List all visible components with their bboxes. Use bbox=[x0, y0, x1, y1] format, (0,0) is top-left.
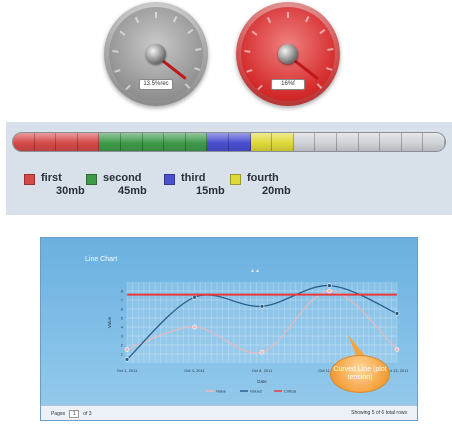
callout-text: Curved Line (plot tension) bbox=[333, 366, 387, 381]
legend-label: Value2 bbox=[250, 389, 263, 394]
x-tick-label: Oct 1, 2011 bbox=[117, 368, 138, 373]
page-number-input[interactable]: 1 bbox=[69, 410, 80, 418]
third-swatch bbox=[164, 174, 175, 185]
x-axis-title: Date bbox=[257, 379, 267, 384]
storage-bar-segment bbox=[293, 133, 316, 151]
storage-bar-segment bbox=[185, 133, 208, 151]
storage-bar-segment bbox=[99, 133, 121, 151]
legend-label: Critical bbox=[284, 389, 296, 394]
storage-bar-segment bbox=[56, 133, 78, 151]
storage-bar-segment bbox=[250, 133, 273, 151]
y-tick-label: 2 bbox=[121, 343, 124, 348]
gauge-tick bbox=[155, 12, 157, 18]
legend-item-fourth: fourth 20mb bbox=[230, 172, 291, 198]
y-tick-label: 7 bbox=[121, 298, 124, 303]
y-tick-label: 6 bbox=[121, 307, 124, 312]
gauge-readout: 13.5%rec bbox=[139, 79, 173, 90]
chart-footer: Pages 1 of 3 Showing 5 of 6 total rows bbox=[41, 405, 417, 420]
storage-bar-segment bbox=[207, 133, 229, 151]
data-point-value2 bbox=[394, 311, 400, 316]
page-count: of 3 bbox=[83, 411, 92, 417]
legend-label: Value bbox=[216, 389, 227, 394]
legend-item-third: third 15mb bbox=[164, 172, 225, 198]
chart-top-tag: ▲▲ bbox=[250, 268, 260, 274]
storage-bar-segment bbox=[358, 133, 381, 151]
legend-name: second bbox=[103, 172, 142, 184]
y-tick-label: 4 bbox=[121, 325, 124, 330]
fourth-swatch bbox=[230, 174, 241, 185]
x-tick-label: Oct 4, 2011 bbox=[184, 368, 205, 373]
storage-bar bbox=[12, 132, 446, 152]
legend-name: fourth bbox=[247, 172, 279, 184]
storage-bar-segment bbox=[142, 133, 165, 151]
legend-name: first bbox=[41, 172, 62, 184]
legend-size: 20mb bbox=[262, 185, 291, 197]
gauge-readout: 16%f bbox=[271, 79, 305, 90]
storage-usage-panel: first 30mb second 45mb third 15mb fourth… bbox=[6, 122, 452, 215]
storage-bar-segment bbox=[164, 133, 186, 151]
storage-bar-segment bbox=[336, 133, 359, 151]
y-tick-label: 3 bbox=[121, 334, 124, 339]
line-chart-panel: Line Chart 1 2 3 4 5 6 7 8 Oct 1, 2011 Oct 4, 201… bbox=[40, 237, 418, 421]
storage-bar-segment bbox=[272, 133, 294, 151]
data-point-value2 bbox=[259, 304, 265, 309]
data-point-value bbox=[192, 324, 197, 330]
curved-line-callout: Curved Line (plot tension) bbox=[330, 355, 390, 393]
storage-bar-segment bbox=[77, 133, 100, 151]
gauge-hub bbox=[278, 44, 298, 64]
storage-bar-segment bbox=[34, 133, 57, 151]
legend-name: third bbox=[181, 172, 206, 184]
speed-gauge: 13.5%rec bbox=[104, 2, 208, 106]
storage-bar-segment bbox=[13, 133, 35, 151]
y-tick-label: 5 bbox=[121, 316, 124, 321]
legend-item-second: second 45mb bbox=[86, 172, 147, 198]
legend-size: 15mb bbox=[196, 185, 225, 197]
y-axis-title: Value bbox=[107, 316, 112, 328]
storage-bar-segment bbox=[401, 133, 424, 151]
data-point-value2 bbox=[192, 294, 197, 300]
data-point-value bbox=[124, 347, 130, 352]
y-tick-label: 8 bbox=[121, 289, 124, 294]
pager-label: Pages bbox=[51, 411, 66, 417]
data-point-value bbox=[394, 347, 400, 352]
storage-bar-segment bbox=[423, 133, 445, 151]
data-point-value2 bbox=[124, 357, 130, 362]
legend-item-first: first 30mb bbox=[24, 172, 85, 198]
data-point-value bbox=[259, 349, 265, 355]
storage-bar-segment bbox=[228, 133, 251, 151]
gauge-tick bbox=[287, 12, 289, 18]
rows-summary: Showing 5 of 6 total rows bbox=[351, 410, 407, 416]
alert-gauge: 16%f bbox=[236, 2, 340, 106]
y-tick-label: 1 bbox=[121, 352, 124, 357]
storage-bar-segment bbox=[120, 133, 143, 151]
legend-size: 45mb bbox=[118, 185, 147, 197]
x-tick-label: Oct 8, 2011 bbox=[252, 368, 273, 373]
first-swatch bbox=[24, 174, 35, 185]
gauge-hub bbox=[146, 44, 166, 64]
second-swatch bbox=[86, 174, 97, 185]
legend-size: 30mb bbox=[56, 185, 85, 197]
storage-bar-segment bbox=[315, 133, 337, 151]
storage-bar-segment bbox=[380, 133, 402, 151]
data-point-value bbox=[327, 288, 332, 294]
pager: Pages 1 of 3 bbox=[51, 410, 92, 418]
data-point-value2 bbox=[327, 283, 332, 288]
